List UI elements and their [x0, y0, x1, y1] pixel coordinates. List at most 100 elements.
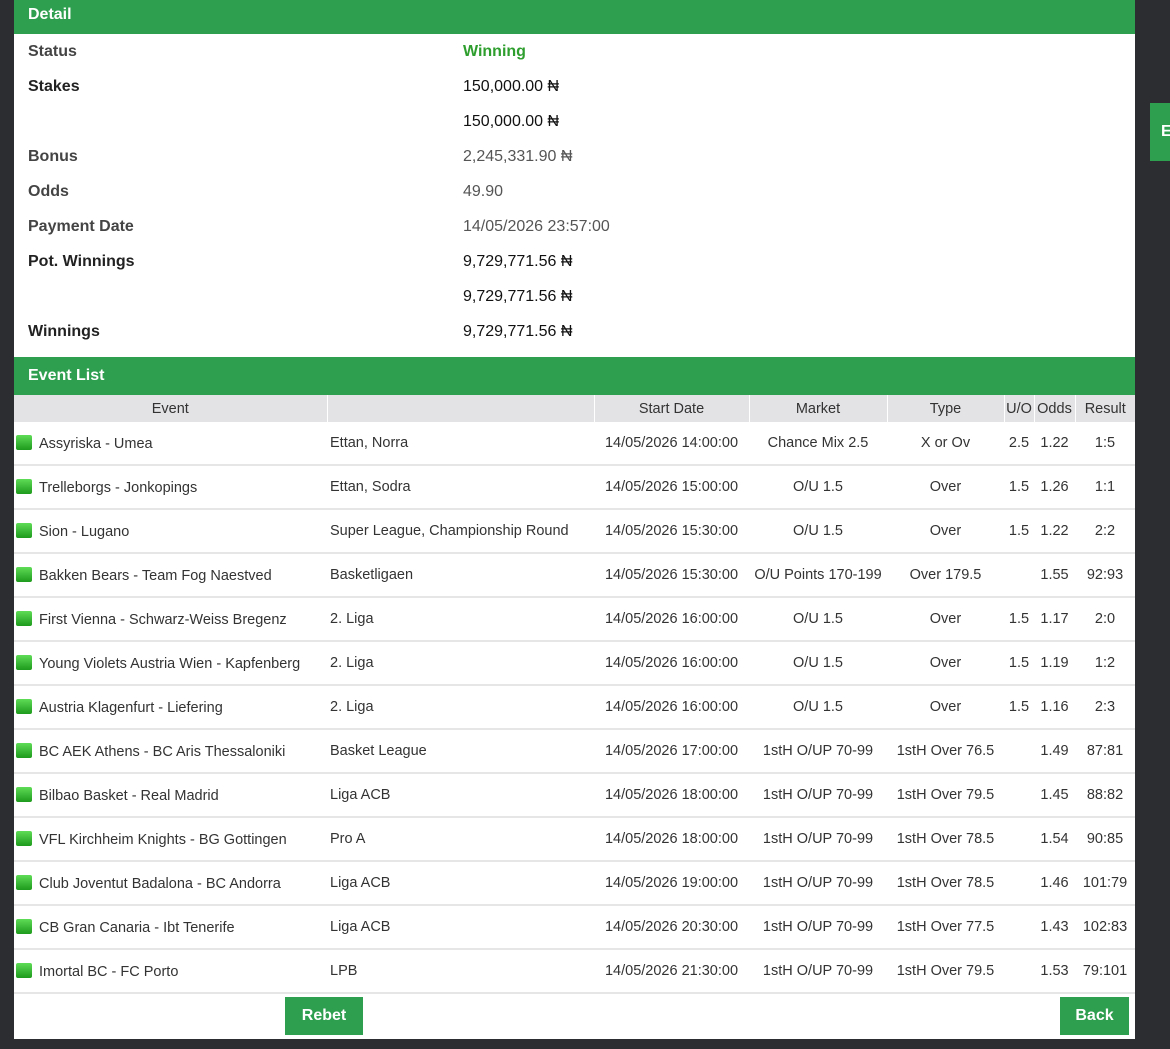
start-date: 14/05/2026 16:00:00 — [604, 699, 739, 715]
result-cell: 102:83 — [1075, 905, 1135, 950]
col-league — [327, 395, 595, 422]
start-date: 14/05/2026 16:00:00 — [604, 655, 739, 671]
event-list-header: Event List — [14, 357, 1135, 395]
start-date: 14/05/2026 18:00:00 — [604, 831, 739, 847]
detail-row-bonus: Bonus 2,245,331.90 ₦ — [14, 139, 1135, 174]
event-name-cell: Trelleborgs - Jonkopings — [14, 465, 327, 510]
market-cell: 1stH O/UP 70-99 — [749, 817, 887, 862]
market: Chance Mix 2.5 — [767, 435, 869, 451]
bet-type-cell: 1stH Over 78.5 — [887, 817, 1004, 862]
league-name-cell: Liga ACB — [327, 861, 594, 906]
detail-label: Winnings — [28, 322, 100, 340]
start-date-cell: 14/05/2026 21:30:00 — [594, 949, 749, 994]
odds-cell: 1.17 — [1034, 597, 1075, 642]
market-cell: 1stH O/UP 70-99 — [749, 729, 887, 774]
bet-type: Over — [929, 523, 962, 539]
start-date-cell: 14/05/2026 16:00:00 — [594, 641, 749, 686]
bet-type: X or Ov — [920, 435, 971, 451]
table-row: Austria Klagenfurt - Liefering 2. Liga 14/… — [14, 685, 1135, 730]
event-name-cell: CB Gran Canaria - Ibt Tenerife — [14, 905, 327, 950]
result: 79:101 — [1082, 963, 1128, 979]
result-cell: 2:3 — [1075, 685, 1135, 730]
odds: 1.22 — [1040, 523, 1069, 539]
market: 1stH O/UP 70-99 — [762, 875, 874, 891]
under-over-cell — [1004, 553, 1034, 598]
start-date: 14/05/2026 15:00:00 — [604, 479, 739, 495]
result: 2:2 — [1094, 523, 1116, 539]
result: 90:85 — [1086, 831, 1124, 847]
result-cell: 1:2 — [1075, 641, 1135, 686]
detail-label: Payment Date — [28, 217, 134, 235]
result: 92:93 — [1086, 567, 1124, 583]
bet-type-cell: Over — [887, 685, 1004, 730]
bet-type-cell: 1stH Over 79.5 — [887, 773, 1004, 818]
bet-type: 1stH Over 79.5 — [896, 963, 995, 979]
league-name-cell: Liga ACB — [327, 905, 594, 950]
event-name: Austria Klagenfurt - Liefering — [39, 699, 223, 716]
start-date-cell: 14/05/2026 18:00:00 — [594, 817, 749, 862]
market: 1stH O/UP 70-99 — [762, 831, 874, 847]
bet-type-cell: Over — [887, 465, 1004, 510]
league-name-cell: Pro A — [327, 817, 594, 862]
start-date-cell: 14/05/2026 18:00:00 — [594, 773, 749, 818]
event-name-cell: Imortal BC - FC Porto — [14, 949, 327, 994]
bet-type: 1stH Over 77.5 — [896, 919, 995, 935]
event-name: BC AEK Athens - BC Aris Thessaloniki — [39, 743, 286, 760]
bet-type: 1stH Over 76.5 — [896, 743, 995, 759]
result-cell: 1:5 — [1075, 422, 1135, 466]
odds: 1.22 — [1040, 435, 1069, 451]
odds-cell: 1.49 — [1034, 729, 1075, 774]
result-cell: 90:85 — [1075, 817, 1135, 862]
league-name-cell: LPB — [327, 949, 594, 994]
market-cell: 1stH O/UP 70-99 — [749, 949, 887, 994]
result-cell: 101:79 — [1075, 861, 1135, 906]
event-table-body: Assyriska - Umea Ettan, Norra 14/05/2026 1… — [14, 422, 1135, 994]
green-square-icon — [16, 478, 32, 494]
league-name: Basket League — [330, 743, 427, 759]
col-result: Result — [1075, 395, 1135, 422]
under-over: 1.5 — [1008, 655, 1030, 671]
table-row: VFL Kirchheim Knights - BG Gottingen Pro … — [14, 817, 1135, 862]
event-name: Young Violets Austria Wien - Kapfenberg — [39, 655, 301, 672]
odds-cell: 1.16 — [1034, 685, 1075, 730]
bet-type-cell: 1stH Over 76.5 — [887, 729, 1004, 774]
col-event: Event — [14, 395, 328, 422]
league-name-cell: Super League, Championship Round — [327, 509, 594, 554]
bet-type-cell: Over 179.5 — [887, 553, 1004, 598]
bet-type-cell: Over — [887, 597, 1004, 642]
start-date-cell: 14/05/2026 14:00:00 — [594, 422, 749, 466]
result: 102:83 — [1082, 919, 1128, 935]
event-name: Club Joventut Badalona - BC Andorra — [39, 875, 281, 892]
result: 87:81 — [1086, 743, 1124, 759]
back-button[interactable]: Back — [1060, 997, 1129, 1035]
event-name-cell: Bilbao Basket - Real Madrid — [14, 773, 327, 818]
start-date-cell: 14/05/2026 15:30:00 — [594, 553, 749, 598]
bet-type: 1stH Over 78.5 — [896, 875, 995, 891]
bet-type: Over — [929, 655, 962, 671]
side-tab[interactable]: E — [1150, 103, 1170, 161]
stakes-value: 150,000.00 ₦ — [463, 77, 560, 95]
league-name: LPB — [330, 963, 358, 979]
pot-winnings-value: 9,729,771.56 ₦ — [463, 252, 573, 270]
under-over: 1.5 — [1008, 523, 1030, 539]
market: 1stH O/UP 70-99 — [762, 743, 874, 759]
under-over-cell: 1.5 — [1004, 509, 1034, 554]
detail-rows: Status Winning Stakes 150,000.00 ₦ 150,0… — [14, 34, 1135, 349]
start-date-cell: 14/05/2026 17:00:00 — [594, 729, 749, 774]
detail-label: Bonus — [28, 147, 78, 165]
league-name: 2. Liga — [330, 699, 374, 715]
result: 2:3 — [1094, 699, 1116, 715]
odds-cell: 1.26 — [1034, 465, 1075, 510]
result-cell: 1:1 — [1075, 465, 1135, 510]
market-cell: O/U 1.5 — [749, 597, 887, 642]
league-name: 2. Liga — [330, 611, 374, 627]
odds: 1.55 — [1040, 567, 1069, 583]
rebet-button[interactable]: Rebet — [285, 997, 363, 1035]
table-row: Bilbao Basket - Real Madrid Liga ACB 14/05… — [14, 773, 1135, 818]
odds: 1.17 — [1040, 611, 1069, 627]
odds: 1.19 — [1040, 655, 1069, 671]
event-name-cell: Bakken Bears - Team Fog Naestved — [14, 553, 327, 598]
detail-row-pot-winnings: Pot. Winnings 9,729,771.56 ₦ — [14, 244, 1135, 279]
event-name: Bakken Bears - Team Fog Naestved — [39, 567, 272, 584]
start-date: 14/05/2026 14:00:00 — [604, 435, 739, 451]
